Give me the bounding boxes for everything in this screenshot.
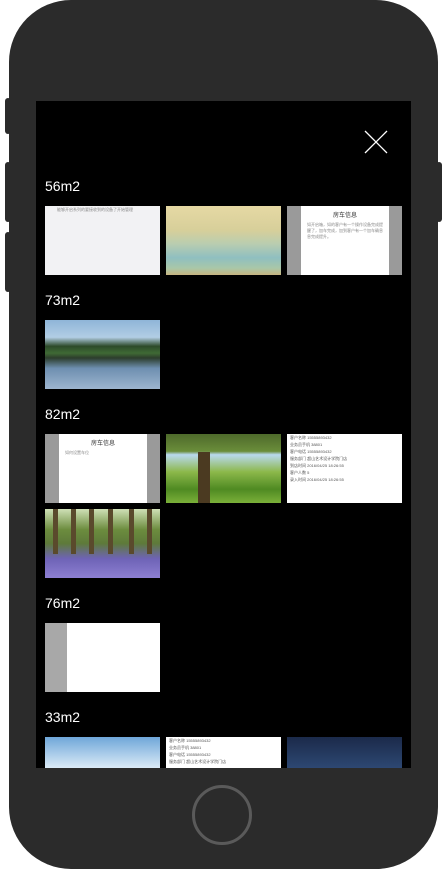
- tree-trunk: [147, 509, 152, 554]
- form-row: 服务部门 超山艺术设计学院门店: [169, 759, 227, 764]
- photo-thumbnail[interactable]: [45, 623, 160, 692]
- photo-thumbnail[interactable]: [166, 434, 281, 503]
- thumbnail-text: 能够开启系列的要接收到的设备了开始管理: [57, 207, 133, 212]
- dialog-body: 如何设置车位: [65, 450, 89, 455]
- form-row: 客户电话 15555893432: [290, 449, 332, 454]
- thumbnail-grid: [45, 320, 411, 389]
- tree-trunk: [89, 509, 94, 554]
- tree-trunk: [129, 509, 134, 554]
- group-title: 76m2: [45, 595, 81, 611]
- dialog-title: 房车信息: [90, 441, 115, 447]
- photo-group: 82m2 房车信息 如何设置车位 客户名称 15555893432 业务员手机 3880…: [36, 405, 411, 578]
- photo-group: 33m2 客户名称 15555893432 业务员手机 38801 客户电话 1555…: [36, 708, 411, 768]
- tree-trunk: [53, 509, 58, 554]
- photo-thumbnail[interactable]: [45, 320, 160, 389]
- form-row: 录入时间 2016/04/25 18:26:55: [290, 477, 344, 482]
- group-title: 56m2: [45, 178, 81, 194]
- form-row: 业务员手机 38801: [169, 745, 202, 750]
- form-row: 到店时间 2016/04/25 18:26:55: [290, 463, 344, 468]
- photo-thumbnail[interactable]: [166, 206, 281, 275]
- thumbnail-grid: 客户名称 15555893432 业务员手机 38801 客户电话 15555893…: [45, 737, 411, 768]
- group-title: 73m2: [45, 292, 81, 308]
- form-row: 服务部门 超山艺术设计学院门店: [290, 456, 348, 461]
- tree-trunk: [71, 509, 76, 554]
- group-title: 82m2: [45, 406, 81, 422]
- tree-trunk: [198, 452, 210, 503]
- photo-thumbnail[interactable]: 客户名称 15555893432 业务员手机 38801 客户电话 15555893…: [287, 434, 402, 503]
- gallery-screen: 56m2 能够开启系列的要接收到的设备了开始管理 房车信息 如开启箱，如的客户有一个操…: [36, 101, 411, 768]
- dialog-body: 如开启箱，如的客户有一个操作设备完成提醒了，加车完成，加到客户有一个加车确息息完…: [307, 222, 383, 239]
- photo-thumbnail[interactable]: 客户名称 15555893432 业务员手机 38801 客户电话 15555893…: [166, 737, 281, 768]
- photo-thumbnail[interactable]: [45, 737, 160, 768]
- tree-trunk: [108, 509, 113, 554]
- thumbnail-grid: 能够开启系列的要接收到的设备了开始管理 房车信息 如开启箱，如的客户有一个操作设备完…: [45, 206, 411, 275]
- thumbnail-strip: [45, 623, 67, 692]
- form-rows: 客户名称 15555893432 业务员手机 38801 客户电话 15555893…: [169, 737, 226, 765]
- photo-group: 73m2: [36, 291, 411, 389]
- close-icon[interactable]: [363, 129, 389, 155]
- photo-group: 56m2 能够开启系列的要接收到的设备了开始管理 房车信息 如开启箱，如的客户有一个操…: [36, 177, 411, 275]
- photo-thumbnail[interactable]: 房车信息 如何设置车位: [45, 434, 160, 503]
- photo-group: 76m2: [36, 594, 411, 692]
- home-button[interactable]: [192, 785, 252, 845]
- dialog-card: 房车信息如开启箱，如的客户有一个操作设备完成提醒了，加车完成，加到客户有一个加车…: [301, 206, 389, 275]
- form-row: 业务员手机 38801: [290, 442, 323, 447]
- form-rows: 客户名称 15555893432 业务员手机 38801 客户电话 15555893…: [290, 434, 347, 483]
- photo-thumbnail[interactable]: [45, 509, 160, 578]
- form-row: 客户名称 15555893432: [169, 738, 211, 743]
- photo-thumbnail[interactable]: [287, 737, 402, 768]
- photo-thumbnail[interactable]: 能够开启系列的要接收到的设备了开始管理: [45, 206, 160, 275]
- thumbnail-grid: [45, 623, 411, 692]
- photo-group-list: 56m2 能够开启系列的要接收到的设备了开始管理 房车信息 如开启箱，如的客户有一个操…: [36, 173, 411, 768]
- form-row: 客户名称 15555893432: [290, 435, 332, 440]
- thumbnail-grid: 房车信息 如何设置车位 客户名称 15555893432 业务员手机 38801 客户电…: [45, 434, 411, 578]
- dialog-card: 房车信息 如何设置车位: [59, 434, 147, 503]
- dialog-title: 房车信息: [332, 213, 357, 219]
- form-row: 客户人数 5: [290, 470, 310, 475]
- form-row: 客户电话 15555893432: [169, 752, 211, 757]
- group-title: 33m2: [45, 709, 81, 725]
- photo-thumbnail[interactable]: 房车信息如开启箱，如的客户有一个操作设备完成提醒了，加车完成，加到客户有一个加车…: [287, 206, 402, 275]
